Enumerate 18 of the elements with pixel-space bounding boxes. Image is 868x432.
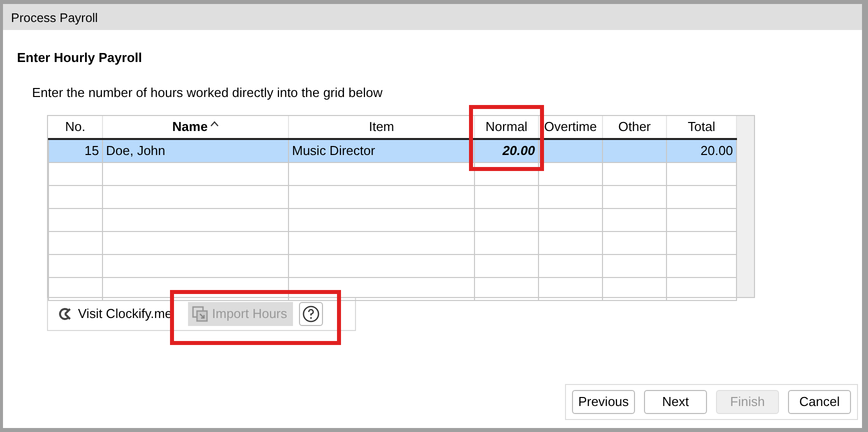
table-cell[interactable]: 20.00 [666, 139, 736, 162]
help-icon [302, 305, 320, 323]
import-icon [192, 306, 208, 322]
window-title: Process Payroll [3, 4, 862, 30]
dialog-button[interactable]: Previous [572, 390, 635, 414]
page-heading: Enter Hourly Payroll [17, 49, 143, 67]
table-cell[interactable]: Doe, John [102, 139, 288, 162]
instruction-text: Enter the number of hours worked directly into the grid below [32, 84, 384, 102]
help-button[interactable] [299, 302, 324, 326]
dialog-button[interactable]: Next [644, 390, 707, 414]
clock-logo-icon [58, 307, 72, 321]
table-cell[interactable]: Music Director [288, 139, 474, 162]
table-cell[interactable]: 20.00 [474, 139, 538, 162]
sort-caret-icon [210, 121, 219, 128]
clockify-link[interactable]: Visit Clockify.me [78, 304, 182, 324]
dialog-button[interactable]: Cancel [788, 390, 851, 414]
table-cell[interactable] [602, 139, 666, 162]
table-cell[interactable]: 15 [48, 139, 102, 162]
